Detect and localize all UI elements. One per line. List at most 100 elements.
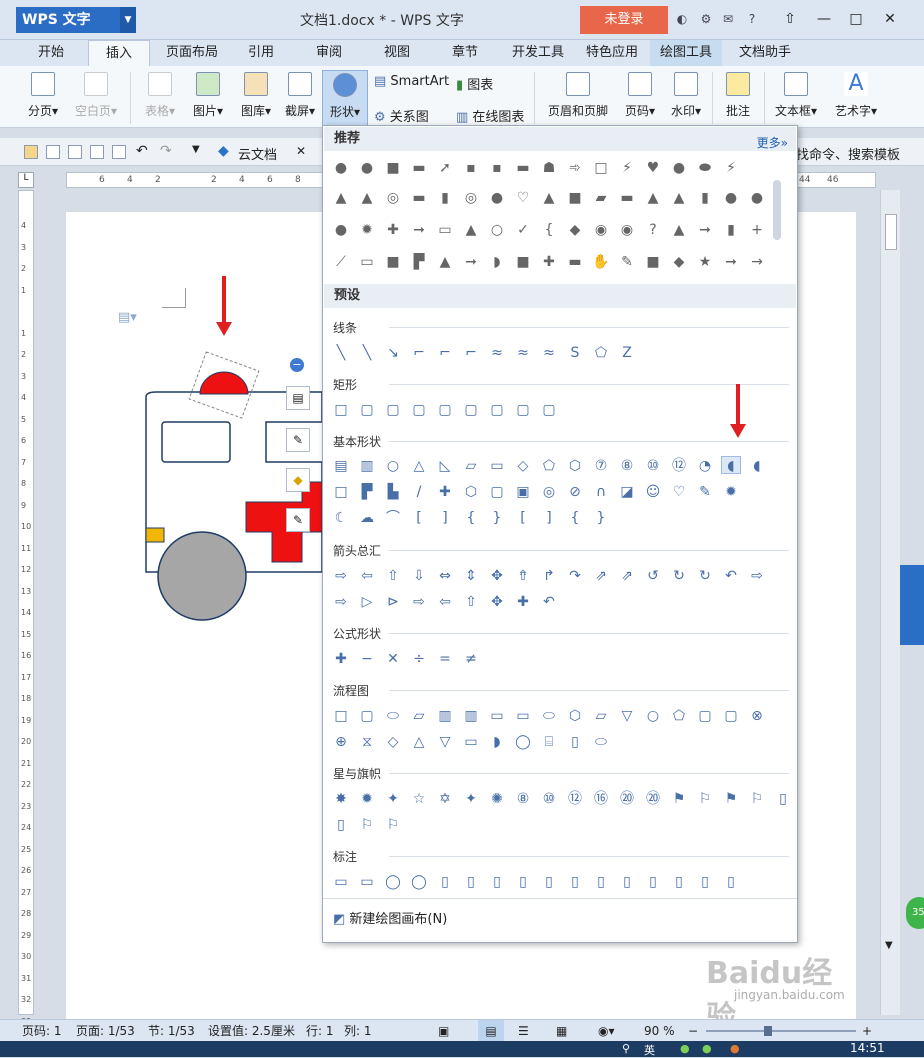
- recommended-scrollbar[interactable]: [773, 180, 781, 240]
- tab-features[interactable]: 特色应用: [578, 40, 646, 66]
- close-tab-icon[interactable]: ✕: [296, 144, 306, 158]
- shape-option[interactable]: ▭: [435, 221, 455, 239]
- skin-icon[interactable]: ◐: [674, 11, 690, 27]
- shape-option[interactable]: ⇗: [617, 567, 637, 585]
- shape-option[interactable]: ✎: [617, 253, 637, 271]
- shape-option[interactable]: ⚡: [721, 159, 741, 177]
- shape-option[interactable]: ▯: [461, 873, 481, 891]
- shape-option[interactable]: ⬡: [461, 483, 481, 501]
- web-view-icon[interactable]: ▦: [556, 1020, 567, 1042]
- shape-option[interactable]: ⬬: [695, 159, 715, 177]
- shape-option[interactable]: ◗: [487, 253, 507, 271]
- shape-option[interactable]: ➞: [409, 221, 429, 239]
- shape-option[interactable]: ✥: [487, 593, 507, 611]
- outline-icon[interactable]: ✎: [286, 508, 310, 532]
- shape-option[interactable]: ▭: [357, 873, 377, 891]
- shape-option[interactable]: ▢: [383, 401, 403, 419]
- shape-option[interactable]: ⬠: [591, 344, 611, 362]
- zoom-slider-thumb[interactable]: [764, 1026, 772, 1036]
- layout-options-icon[interactable]: ▤: [286, 386, 310, 410]
- shape-option[interactable]: ÷: [409, 650, 429, 668]
- shape-option[interactable]: ▢: [695, 707, 715, 725]
- scroll-thumb[interactable]: [885, 214, 897, 250]
- shape-option[interactable]: +: [747, 221, 767, 239]
- shape-option[interactable]: ▙: [383, 483, 403, 501]
- shape-option[interactable]: ▲: [669, 221, 689, 239]
- shape-option[interactable]: ●: [487, 189, 507, 207]
- table-button[interactable]: 表格▾: [140, 70, 180, 126]
- tab-page-layout[interactable]: 页面布局: [158, 40, 226, 66]
- shape-option[interactable]: ≠: [461, 650, 481, 668]
- shape-option[interactable]: ▯: [773, 790, 793, 808]
- teardrop-shape-option[interactable]: ◖: [721, 456, 741, 474]
- tab-home[interactable]: 开始: [22, 40, 80, 66]
- shape-option[interactable]: ⧖: [357, 733, 377, 751]
- shape-option[interactable]: ◔: [695, 457, 715, 475]
- shape-option[interactable]: S: [565, 344, 585, 362]
- shape-option[interactable]: ▮: [695, 189, 715, 207]
- shape-option[interactable]: ⇗: [591, 567, 611, 585]
- shape-option[interactable]: ▢: [721, 707, 741, 725]
- shape-option[interactable]: ⇕: [461, 567, 481, 585]
- shape-option[interactable]: ↘: [383, 344, 403, 362]
- shape-option[interactable]: ☆: [409, 790, 429, 808]
- tab-chapter[interactable]: 章节: [440, 40, 490, 66]
- shape-option[interactable]: ⑩: [539, 790, 559, 808]
- shape-option[interactable]: △: [409, 733, 429, 751]
- search-icon[interactable]: ⚲: [622, 1042, 630, 1055]
- tab-view[interactable]: 视图: [372, 40, 422, 66]
- shape-option[interactable]: ■: [643, 253, 663, 271]
- shape-option[interactable]: ✕: [383, 650, 403, 668]
- shape-option[interactable]: ♡: [669, 483, 689, 501]
- shape-option[interactable]: ⑩: [643, 457, 663, 475]
- shape-option[interactable]: ▯: [435, 873, 455, 891]
- restore-ribbon-icon[interactable]: ⇧: [776, 6, 804, 32]
- shape-option[interactable]: ⇔: [435, 567, 455, 585]
- tab-stop-selector[interactable]: L: [18, 172, 34, 188]
- shape-option[interactable]: ⇮: [513, 567, 533, 585]
- tab-developer[interactable]: 开发工具: [504, 40, 572, 66]
- shape-option[interactable]: ⬭: [383, 707, 403, 725]
- shape-option[interactable]: ◎: [461, 189, 481, 207]
- tab-drawing-tools[interactable]: 绘图工具: [650, 40, 722, 66]
- ambulance-light[interactable]: [145, 527, 165, 543]
- shape-option[interactable]: ⇧: [383, 567, 403, 585]
- screenshot-button[interactable]: 截屏▾: [280, 70, 320, 126]
- watermark-button[interactable]: 水印▾: [666, 70, 706, 126]
- shape-option[interactable]: ●: [331, 221, 351, 239]
- shape-option[interactable]: ●: [721, 189, 741, 207]
- shape-option[interactable]: ✹: [721, 483, 741, 501]
- shape-option[interactable]: ⊳: [383, 593, 403, 611]
- shape-option[interactable]: ╲: [331, 344, 351, 362]
- tab-insert[interactable]: 插入: [88, 40, 150, 66]
- shape-option[interactable]: ▭: [461, 733, 481, 751]
- shape-option[interactable]: ≈: [539, 344, 559, 362]
- shape-option[interactable]: ▲: [357, 189, 377, 207]
- collapse-icon[interactable]: −: [290, 358, 304, 372]
- shape-option[interactable]: ▲: [461, 221, 481, 239]
- shape-option[interactable]: ▱: [461, 457, 481, 475]
- shape-option[interactable]: ▲: [643, 189, 663, 207]
- shape-option[interactable]: ⌐: [435, 344, 455, 362]
- picture-button[interactable]: 图片▾: [186, 70, 230, 126]
- tab-references[interactable]: 引用: [236, 40, 286, 66]
- shape-option[interactable]: □: [591, 159, 611, 177]
- shape-option[interactable]: ▯: [331, 816, 351, 834]
- shape-option[interactable]: ✋: [591, 253, 611, 271]
- shape-option[interactable]: ▯: [565, 733, 585, 751]
- shape-option[interactable]: ▭: [513, 707, 533, 725]
- shape-option[interactable]: ⚑: [721, 790, 741, 808]
- new-canvas-item[interactable]: ◩ 新建绘图画布(N): [333, 908, 447, 927]
- shape-option[interactable]: ◗: [487, 733, 507, 751]
- shape-option[interactable]: ↺: [643, 567, 663, 585]
- tab-doc-assistant[interactable]: 文档助手: [730, 40, 800, 66]
- shape-option[interactable]: ?: [643, 221, 663, 239]
- shape-option[interactable]: ⇧: [461, 593, 481, 611]
- shape-option[interactable]: ☺: [643, 483, 663, 501]
- save-icon[interactable]: [46, 145, 60, 159]
- shape-option[interactable]: ]: [435, 509, 455, 527]
- page-number-button[interactable]: 页码▾: [620, 70, 660, 126]
- shape-option[interactable]: ⇨: [331, 567, 351, 585]
- scroll-down-icon[interactable]: ▼: [885, 940, 893, 951]
- shape-option[interactable]: ✓: [513, 221, 533, 239]
